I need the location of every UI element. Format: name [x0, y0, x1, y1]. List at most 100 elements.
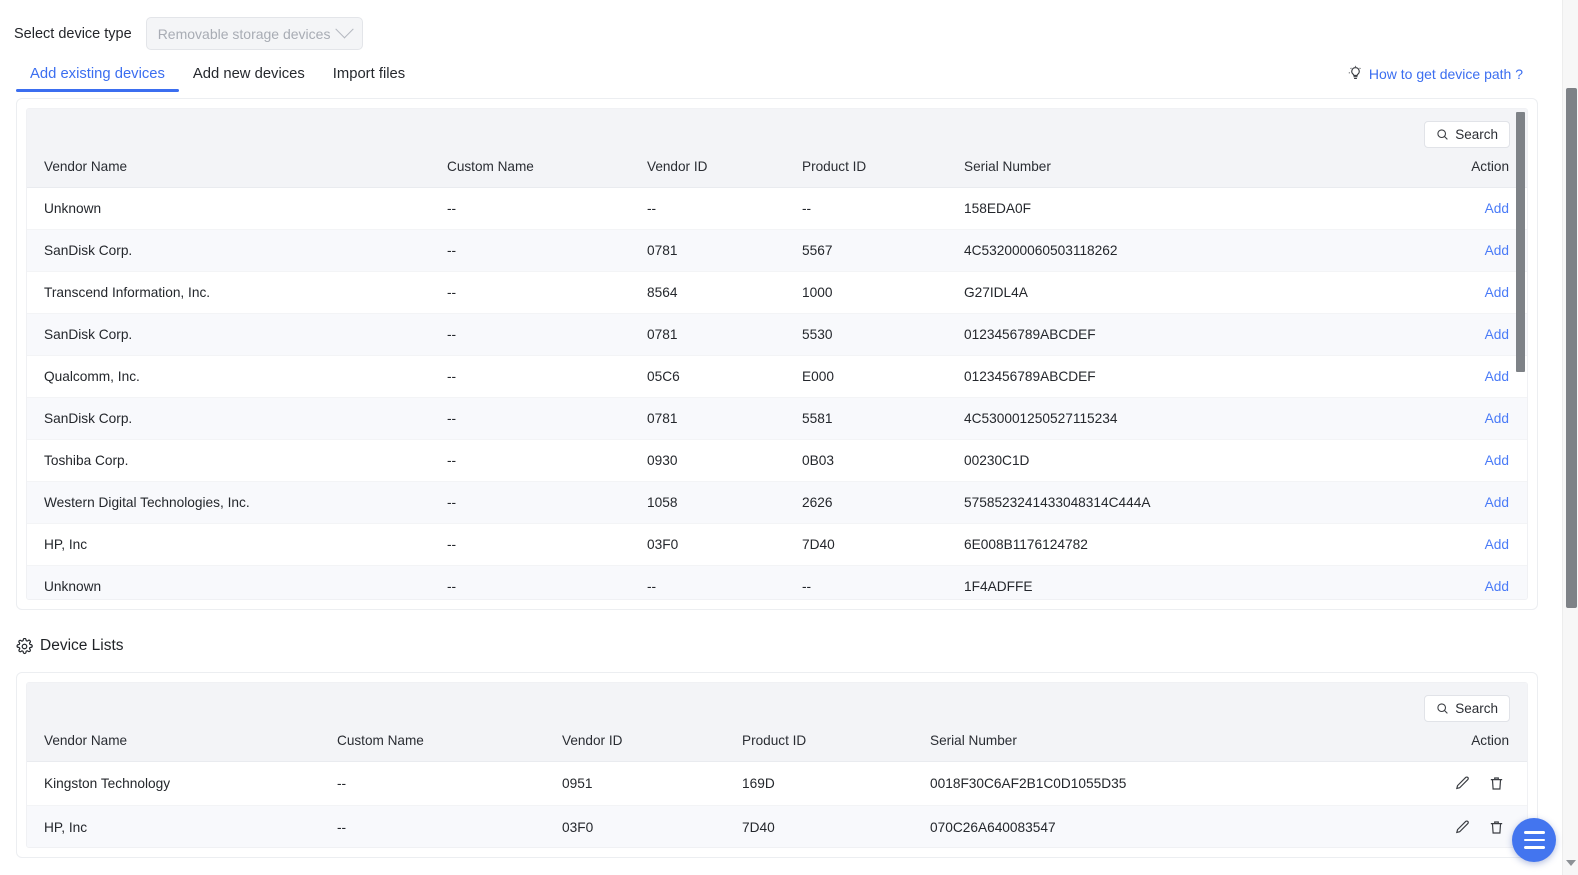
- add-device-link[interactable]: Add: [1485, 579, 1509, 594]
- cell-vendor-id: 0781: [647, 313, 802, 356]
- cell-vendor-name: Unknown: [27, 565, 447, 599]
- cell-action: Add: [1437, 229, 1527, 272]
- existing-devices-toolbar: Search: [27, 109, 1527, 159]
- cell-serial-number: 6E008B1176124782: [964, 523, 1437, 566]
- cell-custom-name: --: [447, 313, 647, 356]
- menu-icon-line: [1523, 838, 1545, 842]
- cell-custom-name: --: [337, 761, 562, 806]
- cell-vendor-id: 8564: [647, 271, 802, 314]
- pencil-icon[interactable]: [1454, 775, 1471, 792]
- cell-custom-name: --: [337, 805, 562, 847]
- device-lists-search-button[interactable]: Search: [1424, 694, 1510, 722]
- add-device-link[interactable]: Add: [1485, 495, 1509, 510]
- column-header-serial-number[interactable]: Serial Number: [964, 159, 1437, 188]
- cell-action: [1422, 761, 1527, 806]
- cell-product-id: 5530: [802, 313, 964, 356]
- cell-vendor-id: 0930: [647, 439, 802, 482]
- tab-add-existing-devices[interactable]: Add existing devices: [16, 66, 179, 92]
- table-header-row: Vendor Name Custom Name Vendor ID Produc…: [27, 159, 1527, 188]
- gear-icon: [16, 637, 33, 654]
- existing-devices-search-label: Search: [1455, 126, 1498, 142]
- device-lists-table-body: Kingston Technology -- 0951 169D 0018F30C6AF…: [27, 761, 1527, 847]
- search-icon: [1437, 128, 1448, 140]
- cell-serial-number: G27IDL4A: [964, 271, 1437, 314]
- scroll-down-arrow-icon[interactable]: [1566, 860, 1577, 871]
- page-scrollbar[interactable]: [1562, 0, 1578, 875]
- column-header-action: Action: [1437, 159, 1527, 188]
- cell-vendor-name: Western Digital Technologies, Inc.: [27, 481, 447, 524]
- column-header-custom-name[interactable]: Custom Name: [337, 733, 562, 762]
- device-type-select[interactable]: Removable storage devices: [145, 17, 363, 50]
- cell-custom-name: --: [447, 565, 647, 599]
- add-device-link[interactable]: Add: [1485, 453, 1509, 468]
- cell-vendor-id: 0781: [647, 229, 802, 272]
- page-scrollbar-thumb[interactable]: [1566, 88, 1577, 608]
- cell-vendor-name: SanDisk Corp.: [27, 229, 447, 272]
- row-action-icons: [1422, 775, 1509, 792]
- device-lists-table-head: Vendor Name Custom Name Vendor ID Produc…: [27, 733, 1527, 762]
- cell-serial-number: 0123456789ABCDEF: [964, 355, 1437, 398]
- tab-add-new-devices[interactable]: Add new devices: [179, 66, 319, 92]
- how-to-get-device-path-label: How to get device path ?: [1368, 65, 1523, 82]
- cell-action: Add: [1437, 355, 1527, 398]
- table-row: SanDisk Corp. -- 0781 5567 4C532000060503118…: [27, 229, 1527, 272]
- cell-serial-number: 0018F30C6AF2B1C0D1055D35: [930, 761, 1422, 806]
- cell-vendor-name: SanDisk Corp.: [27, 313, 447, 356]
- cell-vendor-id: 0781: [647, 397, 802, 440]
- device-type-label: Select device type: [14, 25, 132, 42]
- cell-action: Add: [1437, 313, 1527, 356]
- tab-bar: Add existing devices Add new devices Imp…: [0, 54, 1578, 92]
- cell-vendor-id: 05C6: [647, 355, 802, 398]
- column-header-vendor-name[interactable]: Vendor Name: [27, 159, 447, 188]
- scrollbar-thumb[interactable]: [1516, 112, 1525, 372]
- device-lists-card: Search Vendor Name Custom Name Vendor ID…: [16, 672, 1538, 858]
- existing-devices-table-scrollbar[interactable]: [1515, 110, 1526, 598]
- cell-action: Add: [1437, 523, 1527, 566]
- how-to-get-device-path-link[interactable]: How to get device path ?: [1347, 65, 1523, 82]
- column-header-vendor-id[interactable]: Vendor ID: [647, 159, 802, 188]
- cell-vendor-name: HP, Inc: [27, 523, 447, 566]
- trash-icon[interactable]: [1488, 775, 1505, 792]
- cell-product-id: 7D40: [802, 523, 964, 566]
- cell-vendor-name: Unknown: [27, 187, 447, 230]
- table-row: Qualcomm, Inc. -- 05C6 E000 0123456789ABCDEF…: [27, 355, 1527, 398]
- column-header-product-id[interactable]: Product ID: [802, 159, 964, 188]
- existing-devices-search-button[interactable]: Search: [1424, 120, 1510, 148]
- tab-import-files[interactable]: Import files: [319, 66, 419, 92]
- cell-custom-name: --: [447, 229, 647, 272]
- column-header-custom-name[interactable]: Custom Name: [447, 159, 647, 188]
- floating-menu-button[interactable]: [1512, 818, 1556, 862]
- existing-devices-table: Vendor Name Custom Name Vendor ID Produc…: [27, 159, 1527, 599]
- add-device-link[interactable]: Add: [1485, 243, 1509, 258]
- cell-custom-name: --: [447, 187, 647, 230]
- cell-product-id: 2626: [802, 481, 964, 524]
- cell-vendor-id: 03F0: [562, 805, 742, 847]
- column-header-product-id[interactable]: Product ID: [742, 733, 930, 762]
- cell-custom-name: --: [447, 271, 647, 314]
- cell-serial-number: 4C532000060503118262: [964, 229, 1437, 272]
- column-header-vendor-name[interactable]: Vendor Name: [27, 733, 337, 762]
- cell-custom-name: --: [447, 523, 647, 566]
- cell-action: Add: [1437, 439, 1527, 482]
- chevron-down-icon: [334, 20, 354, 39]
- add-device-link[interactable]: Add: [1485, 285, 1509, 300]
- add-device-link[interactable]: Add: [1485, 327, 1509, 342]
- column-header-serial-number[interactable]: Serial Number: [930, 733, 1422, 762]
- table-row: Unknown -- -- -- 1F4ADFFE Add: [27, 565, 1527, 599]
- cell-serial-number: 5758523241433048314C444A: [964, 481, 1437, 524]
- column-header-vendor-id[interactable]: Vendor ID: [562, 733, 742, 762]
- add-device-link[interactable]: Add: [1485, 411, 1509, 426]
- add-device-link[interactable]: Add: [1485, 537, 1509, 552]
- cell-custom-name: --: [447, 355, 647, 398]
- add-device-link[interactable]: Add: [1485, 201, 1509, 216]
- pencil-icon[interactable]: [1454, 819, 1471, 836]
- trash-icon[interactable]: [1488, 819, 1505, 836]
- cell-vendor-id: 1058: [647, 481, 802, 524]
- cell-serial-number: 1F4ADFFE: [964, 565, 1437, 599]
- table-row: Unknown -- -- -- 158EDA0F Add: [27, 187, 1527, 230]
- device-lists-table: Vendor Name Custom Name Vendor ID Produc…: [27, 733, 1527, 847]
- cell-product-id: 169D: [742, 761, 930, 806]
- cell-vendor-name: Toshiba Corp.: [27, 439, 447, 482]
- table-row: HP, Inc -- 03F0 7D40 070C26A640083547: [27, 805, 1527, 847]
- add-device-link[interactable]: Add: [1485, 369, 1509, 384]
